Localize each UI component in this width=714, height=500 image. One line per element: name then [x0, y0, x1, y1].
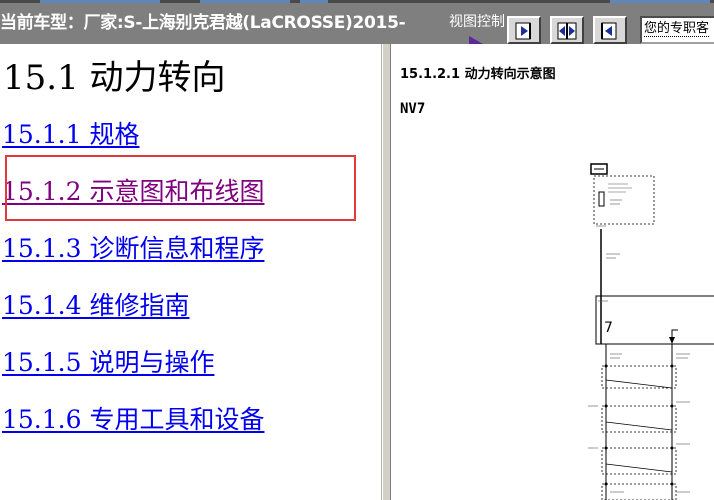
- previous-page-button[interactable]: [593, 16, 627, 44]
- view-control-button[interactable]: 视图控制: [449, 14, 505, 44]
- diagram-code: NV7: [400, 101, 426, 117]
- toc-link-repair[interactable]: 15.1.4 维修指南: [2, 286, 189, 322]
- wiring-diagram: 7: [588, 163, 714, 500]
- expand-button[interactable]: [550, 16, 584, 44]
- toc-link-special-tools[interactable]: 15.1.6 专用工具和设备: [2, 400, 264, 436]
- toc-link-schematics[interactable]: 15.1.2 示意图和布线图: [2, 172, 264, 208]
- view-control-label: 视图控制: [449, 14, 505, 30]
- view-control-arrow-icon: [469, 36, 483, 44]
- svg-text:7: 7: [604, 320, 613, 336]
- toc-panel: 15.1 动力转向 15.1.1 规格 15.1.2 示意图和布线图 15.1.…: [0, 44, 382, 500]
- search-text: 您的专职客: [644, 21, 710, 37]
- toc-link-specifications[interactable]: 15.1.1 规格: [2, 115, 139, 151]
- search-input[interactable]: 您的专职客: [640, 16, 714, 44]
- expand-icon: [557, 22, 577, 40]
- top-toolbar: 当前车型：厂家:S-上海别克君越(LaCROSSE)2015- 视图控制 您的专…: [0, 0, 714, 44]
- panel-splitter[interactable]: [382, 44, 391, 500]
- next-page-icon: [515, 22, 531, 40]
- section-heading: 15.1.2.1 动力转向示意图: [400, 67, 556, 82]
- toc-link-diagnostics[interactable]: 15.1.3 诊断信息和程序: [2, 229, 264, 265]
- next-page-button[interactable]: [507, 16, 541, 44]
- content-panel: 15.1.2.1 动力转向示意图 NV7 7: [391, 44, 714, 500]
- vehicle-model-title: 当前车型：厂家:S-上海别克君越(LaCROSSE)2015-: [0, 13, 406, 33]
- previous-page-icon: [601, 22, 617, 40]
- toc-link-description[interactable]: 15.1.5 说明与操作: [2, 343, 214, 379]
- top-strip: [0, 0, 714, 3]
- toc-title: 15.1 动力转向: [3, 58, 226, 98]
